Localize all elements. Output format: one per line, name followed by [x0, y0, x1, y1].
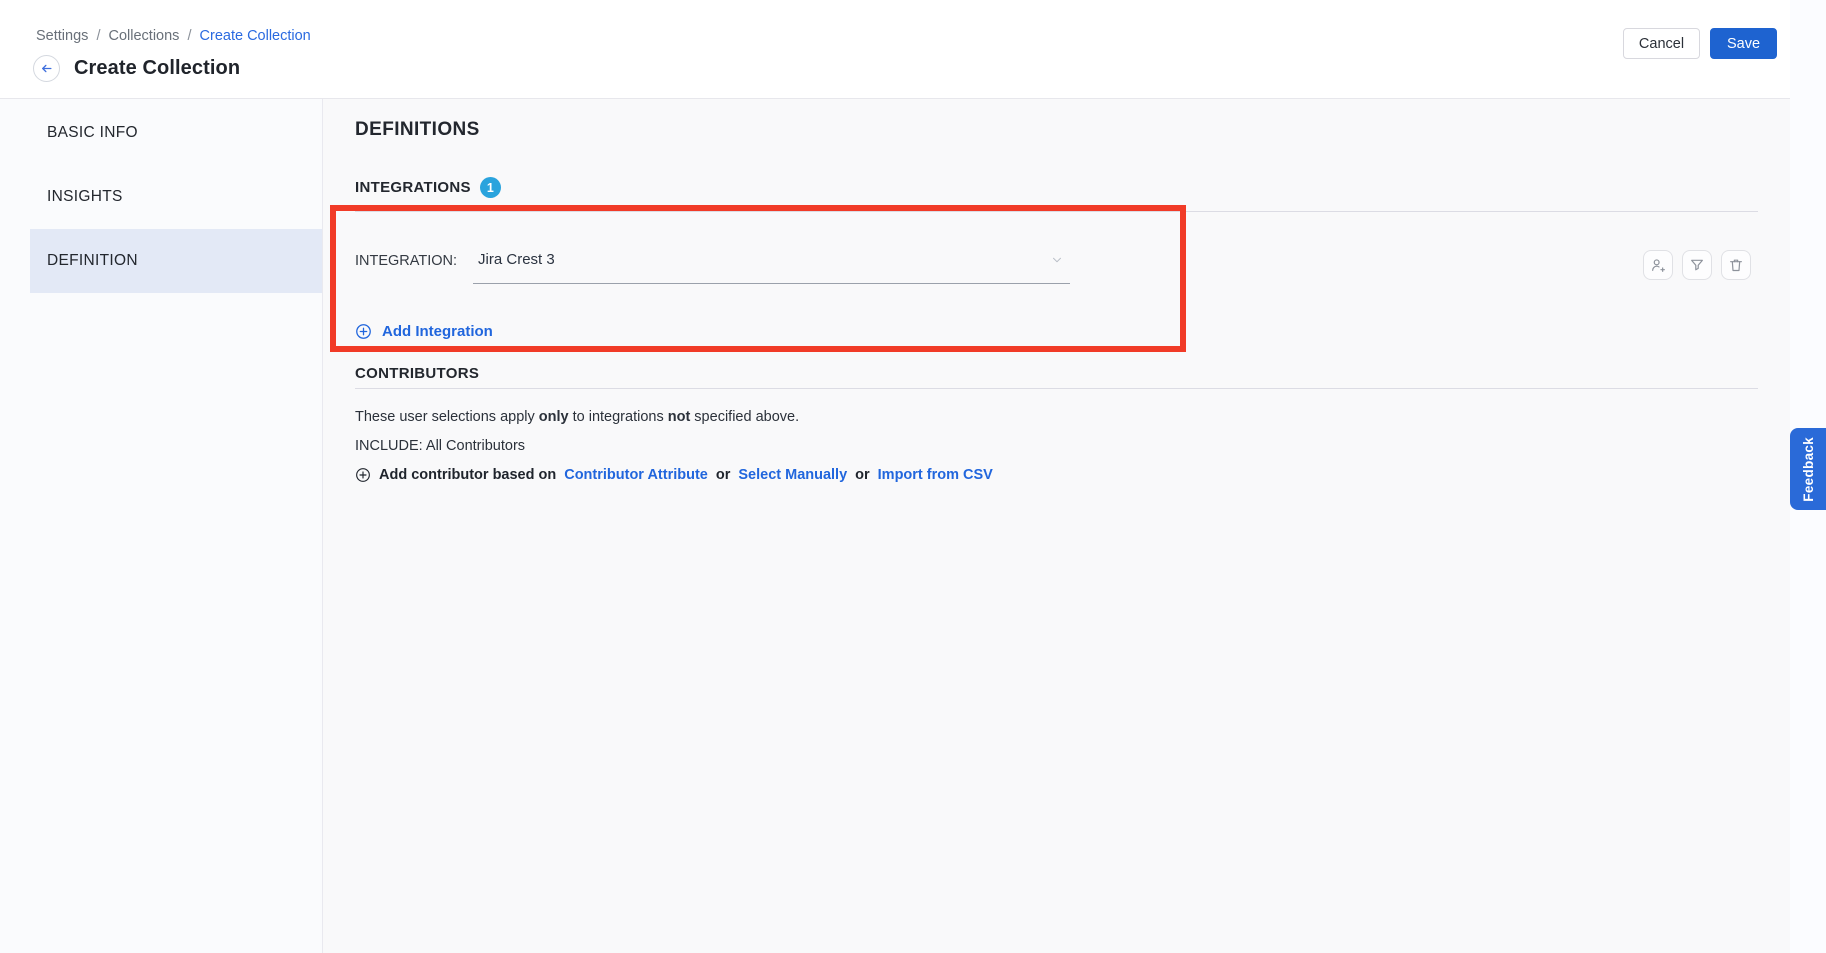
page-title: Create Collection: [74, 57, 240, 80]
integration-field-label: INTEGRATION:: [355, 250, 457, 271]
arrow-left-icon: [39, 61, 54, 76]
contributors-heading-row: CONTRIBUTORS: [355, 364, 1758, 383]
plus-circle-icon: [355, 467, 371, 483]
add-contributor-prefix: Add contributor based on: [379, 464, 556, 486]
sidebar-item-basic-info[interactable]: BASIC INFO: [0, 101, 322, 165]
back-button[interactable]: [33, 55, 60, 82]
feedback-tab[interactable]: Feedback: [1790, 428, 1826, 510]
integrations-heading: INTEGRATIONS: [355, 179, 471, 196]
contributor-attribute-link[interactable]: Contributor Attribute: [564, 464, 708, 486]
filter-icon: [1689, 257, 1705, 273]
main-content: DEFINITIONS INTEGRATIONS 1 INTEGRATION: …: [323, 99, 1790, 953]
sidebar-item-insights[interactable]: INSIGHTS: [0, 165, 322, 229]
integration-row-actions: [1643, 250, 1751, 280]
breadcrumb-current[interactable]: Create Collection: [200, 28, 311, 44]
integration-select[interactable]: Jira Crest 3: [473, 250, 1070, 284]
integration-select-value: Jira Crest 3: [478, 250, 555, 270]
include-line: INCLUDE: All Contributors: [355, 435, 1758, 457]
filter-button[interactable]: [1682, 250, 1712, 280]
breadcrumb-collections[interactable]: Collections: [109, 28, 180, 44]
breadcrumb-separator: /: [187, 28, 191, 44]
note-text: to integrations: [569, 409, 668, 425]
integrations-heading-row: INTEGRATIONS 1: [355, 177, 1758, 198]
integrations-count-badge: 1: [480, 177, 501, 198]
select-manually-link[interactable]: Select Manually: [738, 464, 847, 486]
note-bold-not: not: [668, 409, 691, 425]
page: Settings / Collections / Create Collecti…: [0, 0, 1826, 953]
add-contributor-icon: [1650, 257, 1666, 273]
import-from-csv-link[interactable]: Import from CSV: [878, 464, 993, 486]
page-header: Settings / Collections / Create Collecti…: [0, 0, 1790, 99]
integration-row: INTEGRATION: Jira Crest 3: [355, 250, 1758, 284]
breadcrumb-separator: /: [96, 28, 100, 44]
contributors-divider: [355, 388, 1758, 389]
section-title: DEFINITIONS: [355, 118, 1758, 141]
sidebar: BASIC INFO INSIGHTS DEFINITION: [0, 99, 323, 953]
or-word: or: [716, 464, 731, 486]
plus-circle-icon: [355, 323, 372, 340]
note-bold-only: only: [539, 409, 569, 425]
header-actions: Cancel Save: [1623, 28, 1777, 59]
integration-field: INTEGRATION: Jira Crest 3: [355, 250, 1070, 284]
integrations-divider: [355, 211, 1758, 212]
save-button[interactable]: Save: [1710, 28, 1777, 59]
sidebar-item-definition[interactable]: DEFINITION: [30, 229, 322, 293]
note-text: specified above.: [690, 409, 799, 425]
add-contributor-button[interactable]: [1643, 250, 1673, 280]
app-container: Settings / Collections / Create Collecti…: [0, 0, 1790, 953]
delete-button[interactable]: [1721, 250, 1751, 280]
add-integration-link[interactable]: Add Integration: [355, 323, 493, 340]
title-row: Create Collection: [33, 55, 240, 82]
add-integration-label: Add Integration: [382, 323, 493, 340]
add-contributor-row: Add contributor based on Contributor Att…: [355, 464, 1758, 486]
breadcrumb-settings[interactable]: Settings: [36, 28, 88, 44]
body-row: BASIC INFO INSIGHTS DEFINITION DEFINITIO…: [0, 99, 1790, 953]
contributors-note: These user selections apply only to inte…: [355, 406, 1758, 428]
breadcrumb: Settings / Collections / Create Collecti…: [36, 28, 311, 44]
note-text: These user selections apply: [355, 409, 539, 425]
cancel-button[interactable]: Cancel: [1623, 28, 1700, 59]
chevron-down-icon: [1050, 253, 1064, 267]
or-word: or: [855, 464, 870, 486]
contributors-heading: CONTRIBUTORS: [355, 365, 479, 382]
trash-icon: [1728, 257, 1744, 273]
feedback-tab-label: Feedback: [1801, 437, 1816, 502]
